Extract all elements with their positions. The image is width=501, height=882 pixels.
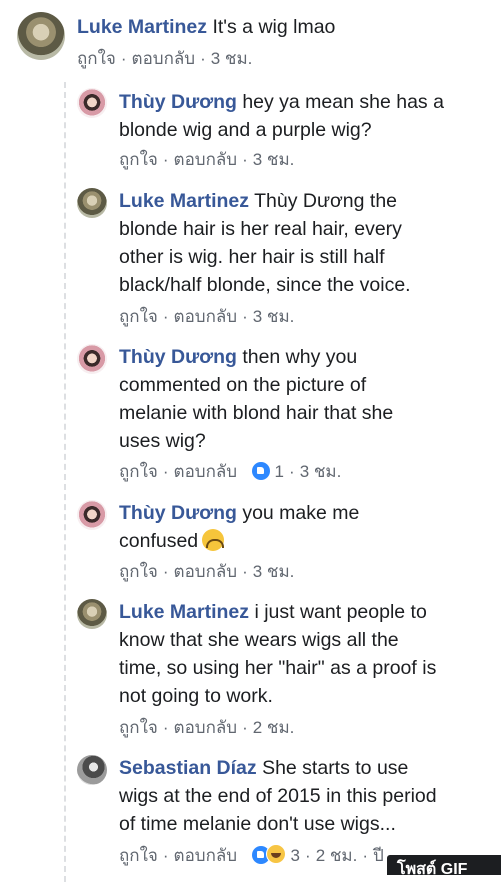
like-reaction-icon[interactable] [251,462,270,480]
avatar[interactable] [77,599,107,629]
like-link[interactable]: ถูกใจ [119,846,158,865]
reaction-count[interactable]: 3 [291,846,300,865]
commenter-name[interactable]: Thùy Dương [119,502,237,524]
avatar[interactable] [77,344,107,374]
post-gif-button[interactable]: โพสต์ GIF [387,855,501,875]
comment-text: Thùy Dương the [254,190,398,212]
reply-link[interactable]: ตอบกลับ [174,150,238,169]
comment-text: you make me [242,502,360,524]
comment-text: of time melanie don't use wigs... [119,813,396,835]
like-link[interactable]: ถูกใจ [119,462,158,481]
reply-link[interactable]: ตอบกลับ [132,49,196,68]
comment-text: time, so using her "hair" as a proof is [119,657,437,679]
timestamp[interactable]: 2 ชม. [316,846,358,865]
extra-meta: ปี [373,846,384,865]
reply-link[interactable]: ตอบกลับ [174,462,238,481]
timestamp[interactable]: 3 ชม. [253,150,295,169]
timestamp[interactable]: 3 ชม. [211,49,253,68]
timestamp[interactable]: 3 ชม. [300,462,342,481]
commenter-name[interactable]: Sebastian Díaz [119,757,257,779]
avatar[interactable] [77,88,107,118]
reply-link[interactable]: ตอบกลับ [174,562,238,581]
comment-text: black/half blonde, since the voice. [119,274,411,296]
commenter-name[interactable]: Luke Martinez [119,601,249,623]
reply-link[interactable]: ตอบกลับ [174,846,238,865]
comment-text: melanie with blond hair that she [119,402,394,424]
comment-text: blonde wig and a purple wig? [119,119,372,141]
reply-link[interactable]: ตอบกลับ [174,718,238,737]
comment-text: uses wig? [119,430,206,452]
comment-text: wigs at the end of 2015 in this period [119,785,437,807]
comment-text: She starts to use [262,757,409,779]
comment-text: hey ya mean she has a [242,91,444,113]
reply-thread-line [64,82,66,882]
upside-down-face-emoji-icon [202,529,225,551]
like-link[interactable]: ถูกใจ [119,718,158,737]
like-link[interactable]: ถูกใจ [119,307,158,326]
avatar[interactable] [17,12,65,60]
comment-text: confused [119,530,199,552]
comment-text: other is wig. her hair is still half [119,246,385,268]
comment-text: then why you [242,346,358,368]
like-link[interactable]: ถูกใจ [119,562,158,581]
timestamp[interactable]: 3 ชม. [253,562,295,581]
comment-text: not going to work. [119,685,273,707]
commenter-name[interactable]: Luke Martinez [77,16,207,38]
like-link[interactable]: ถูกใจ [77,49,116,68]
like-link[interactable]: ถูกใจ [119,150,158,169]
reply-link[interactable]: ตอบกลับ [174,307,238,326]
comment-text: know that she wears wigs all the [119,629,399,651]
commenter-name[interactable]: Thùy Dương [119,346,237,368]
avatar[interactable] [77,755,107,785]
timestamp[interactable]: 2 ชม. [253,718,295,737]
timestamp[interactable]: 3 ชม. [253,307,295,326]
commenter-name[interactable]: Thùy Dương [119,91,237,113]
comment-text: i just want people to [254,601,427,623]
comment-text: It's a wig lmao [212,16,336,38]
avatar[interactable] [77,500,107,530]
commenter-name[interactable]: Luke Martinez [119,190,249,212]
comment-text: blonde hair is her real hair, every [119,218,402,240]
comment-text: commented on the picture of [119,374,367,396]
avatar[interactable] [77,188,107,218]
reaction-count[interactable]: 1 [275,462,284,481]
haha-reaction-icon[interactable] [265,844,286,864]
